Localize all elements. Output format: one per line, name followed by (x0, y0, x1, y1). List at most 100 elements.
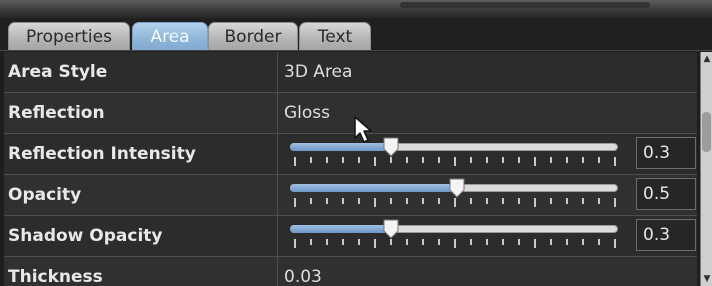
slider-tick (502, 157, 504, 163)
slider-tick (582, 198, 584, 204)
slider-tick (614, 239, 616, 248)
slider-thumb[interactable] (449, 178, 465, 198)
slider-tick (406, 198, 408, 204)
area-style-value[interactable]: 3D Area (284, 52, 352, 92)
area-style-label: Area Style (8, 62, 108, 82)
tab-text[interactable]: Text (299, 22, 371, 50)
slider-tick (486, 239, 488, 245)
slider-tick (486, 198, 488, 204)
slider-tick (550, 157, 552, 163)
slider-tick (438, 239, 440, 245)
column-separator (277, 52, 278, 92)
tab-bar: Properties Area Border Text (0, 18, 712, 51)
row-area-style[interactable]: Area Style 3D Area (4, 52, 697, 93)
slider-tick (614, 157, 616, 166)
slider-thumb[interactable] (383, 137, 399, 157)
slider-tick (294, 198, 296, 207)
tab-area[interactable]: Area (132, 22, 208, 50)
reflection-intensity-slider[interactable] (290, 134, 622, 174)
slider-tick (342, 198, 344, 204)
slider-tick (566, 239, 568, 245)
row-reflection[interactable]: Reflection Gloss (4, 93, 697, 134)
slider-tick (390, 157, 392, 163)
slider-tick (518, 198, 520, 204)
shadow-opacity-label: Shadow Opacity (8, 226, 163, 246)
slider-tick (598, 198, 600, 204)
slider-tick (326, 239, 328, 245)
row-opacity: Opacity 0.5 (4, 175, 697, 216)
thickness-value[interactable]: 0.03 (284, 257, 322, 286)
slider-tick (374, 198, 376, 207)
column-separator (277, 175, 278, 215)
slider-tick (390, 198, 392, 204)
slider-ticks (290, 239, 618, 249)
slider-tick (342, 239, 344, 245)
slider-tick (454, 157, 456, 166)
scroll-down-arrow-icon[interactable]: ▼ (701, 272, 712, 286)
slider-tick (550, 239, 552, 245)
slider-tick (358, 157, 360, 163)
reflection-intensity-label: Reflection Intensity (8, 144, 196, 164)
slider-tick (486, 157, 488, 163)
shadow-opacity-slider[interactable] (290, 216, 622, 256)
slider-tick (582, 239, 584, 245)
slider-tick (518, 157, 520, 163)
slider-tick (438, 157, 440, 163)
slider-tick (294, 157, 296, 166)
slider-tick (422, 239, 424, 245)
slider-tick (534, 198, 536, 207)
slider-tick (406, 239, 408, 245)
column-separator (277, 257, 278, 286)
reflection-value[interactable]: Gloss (284, 93, 330, 133)
slider-tick (374, 239, 376, 248)
slider-tick (374, 157, 376, 166)
slider-tick (326, 157, 328, 163)
opacity-input[interactable]: 0.5 (636, 178, 696, 210)
property-grid: Area Style 3D Area Reflection Gloss Refl… (4, 52, 697, 286)
slider-tick (582, 157, 584, 163)
slider-fill (290, 225, 389, 233)
slider-tick (470, 198, 472, 204)
slider-tick (566, 198, 568, 204)
slider-tick (406, 157, 408, 163)
slider-fill (290, 184, 454, 192)
reflection-label: Reflection (8, 103, 105, 123)
slider-tick (566, 157, 568, 163)
reflection-intensity-input[interactable]: 0.3 (636, 137, 696, 169)
slider-ticks (290, 157, 618, 167)
slider-tick (470, 239, 472, 245)
shadow-opacity-input[interactable]: 0.3 (636, 219, 696, 251)
slider-tick (534, 157, 536, 166)
slider-tick (502, 239, 504, 245)
slider-tick (534, 239, 536, 248)
slider-tick (422, 157, 424, 163)
slider-tick (422, 198, 424, 204)
slider-tick (310, 239, 312, 245)
row-shadow-opacity: Shadow Opacity 0.3 (4, 216, 697, 257)
slider-tick (358, 198, 360, 204)
slider-tick (614, 198, 616, 207)
slider-tick (438, 198, 440, 204)
vertical-scrollbar[interactable]: ▲ ▼ (700, 52, 712, 286)
row-reflection-intensity: Reflection Intensity 0.3 (4, 134, 697, 175)
scroll-up-arrow-icon[interactable]: ▲ (701, 52, 712, 66)
slider-tick (550, 198, 552, 204)
slider-tick (502, 198, 504, 204)
slider-tick (390, 239, 392, 245)
slider-tick (470, 157, 472, 163)
tab-properties[interactable]: Properties (8, 22, 130, 50)
scroll-thumb[interactable] (702, 112, 711, 152)
thickness-label: Thickness (8, 267, 103, 286)
mouse-pointer-icon (354, 116, 372, 143)
slider-tick (310, 157, 312, 163)
slider-tick (326, 198, 328, 204)
slider-tick (518, 239, 520, 245)
slider-thumb[interactable] (383, 219, 399, 239)
slider-ticks (290, 198, 618, 208)
column-separator (277, 216, 278, 256)
slider-tick (598, 157, 600, 163)
tab-border[interactable]: Border (208, 22, 298, 50)
opacity-slider[interactable] (290, 175, 622, 215)
slider-tick (294, 239, 296, 248)
row-thickness[interactable]: Thickness 0.03 (4, 257, 697, 286)
